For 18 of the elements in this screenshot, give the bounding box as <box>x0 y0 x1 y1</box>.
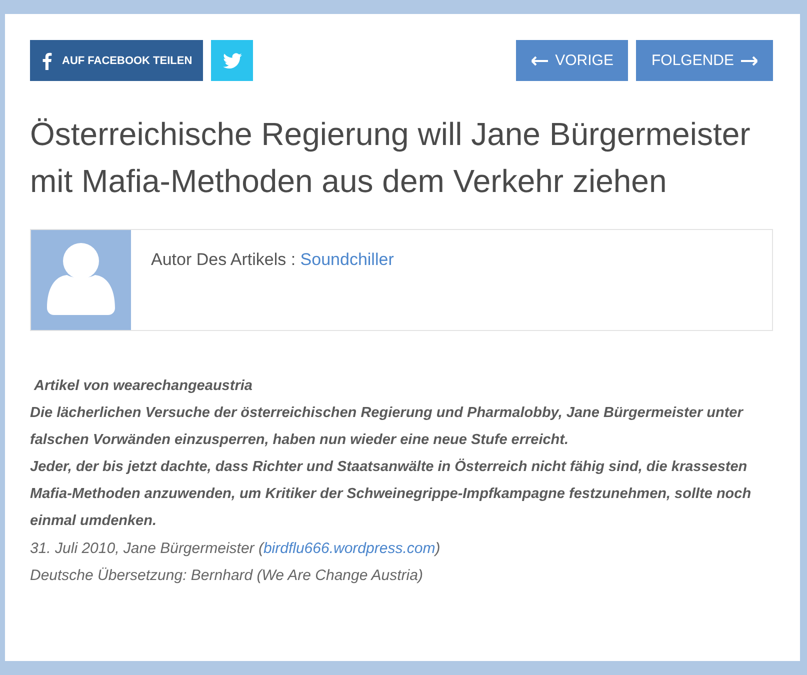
previous-button[interactable]: VORIGE <box>516 40 628 81</box>
avatar-icon <box>31 230 131 330</box>
bird-icon <box>222 52 242 68</box>
author-label: Autor Des Artikels : <box>151 250 296 269</box>
author-link[interactable]: Soundchiller <box>300 250 394 269</box>
facebook-share-button[interactable]: AUF FACEBOOK TEILEN <box>30 40 204 81</box>
facebook-icon <box>42 52 52 70</box>
source-line: 31. Juli 2010, Jane Bürgermeister (birdflu666.wordpress.com) <box>30 539 442 559</box>
twitter-share-button[interactable] <box>211 40 254 81</box>
source-link[interactable]: birdflu666.wordpress.com <box>263 540 436 557</box>
article-title: Österreichische Regierung will Jane Bürgermeister mit Mafia-Methoden aus dem Verkehr ziehen <box>30 115 752 201</box>
lead-paragraph: Jeder, der bis jetzt dachte, dass Richter und Staatsanwälte in Österreich nicht fähig sind, die krassesten Mafia-Methoden anzuwenden, um Kritiker der Schweinegrippe-Impfkampagne festzunehmen, sollte noch einmal umdenken. <box>30 458 752 531</box>
left-arrow-icon <box>531 56 550 66</box>
right-arrow-icon <box>740 56 758 66</box>
translation-credit: Deutsche Übersetzung: Bernhard (We Are Change Austria) <box>30 566 424 586</box>
lead-paragraph: Die lächerlichen Versuche der österreichischen Regierung und Pharmalobby, Jane Bürgermeister unter falschen Vorwänden einzusperren, haben nun wieder eine neue Stufe erreicht. <box>30 404 744 450</box>
next-button[interactable]: FOLGENDE <box>636 40 773 81</box>
lead-paragraph: Artikel von wearechangeaustria <box>32 377 254 396</box>
